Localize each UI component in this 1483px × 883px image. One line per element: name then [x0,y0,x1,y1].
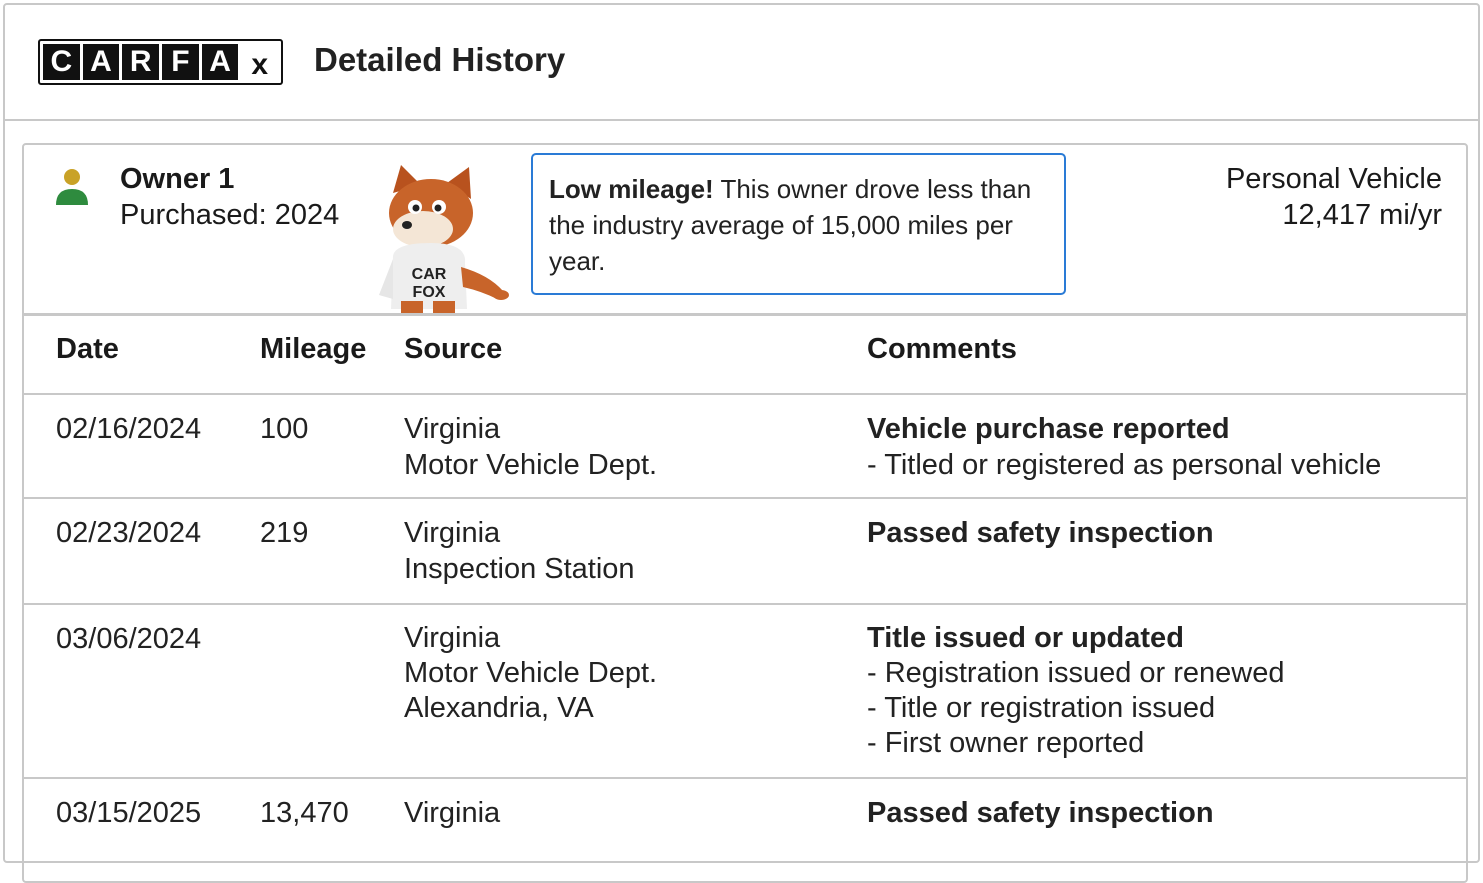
row-comments: Vehicle purchase reported - Titled or re… [867,411,1381,483]
logo-letter: C [43,44,80,80]
comment-item: - Registration issued or renewed [867,657,1285,689]
row-date: 03/06/2024 [56,623,202,655]
logo-letter: x [241,44,279,80]
row-date: 02/23/2024 [56,517,202,549]
svg-text:FOX: FOX [413,284,446,301]
row-source: Virginia Motor Vehicle Dept. [404,413,658,481]
low-mileage-callout: Low mileage! This owner drove less than … [531,153,1066,295]
row-date: 02/16/2024 [56,413,202,445]
row-comments: Passed safety inspection [867,795,1214,831]
row-mileage: 13,470 [260,797,349,829]
logo-letter: A [82,44,120,80]
logo-letter: R [122,44,160,80]
mascot-shirt-text: CAR [412,266,447,283]
comment-title: Passed safety inspection [867,797,1214,829]
report-header: C A R F A x Detailed History [5,5,1478,121]
carfox-mascot: CAR FOX [379,165,509,313]
row-source: Virginia Inspection Station [404,517,635,585]
logo-letter: A [201,44,239,80]
page-title: Detailed History [314,41,566,78]
comment-title: Passed safety inspection [867,517,1214,549]
row-comments: Passed safety inspection [867,515,1214,551]
callout-highlight: Low mileage! [549,174,714,204]
person-icon [56,169,88,205]
carfax-logo: C A R F A x [38,39,283,85]
miles-per-year: 12,417 mi/yr [1282,199,1442,231]
column-header-mileage: Mileage [260,333,367,365]
comment-title: Title issued or updated [867,622,1184,654]
row-comments: Title issued or updated - Registration i… [867,621,1284,761]
owner-purchased: Purchased: 2024 [120,199,340,231]
column-header-comments: Comments [867,333,1017,365]
divider [24,777,1466,779]
logo-letter: F [162,44,199,80]
comment-item: - Title or registration issued [867,692,1216,724]
owner-name: Owner 1 [120,163,235,195]
column-header-date: Date [56,333,119,365]
comment-item: - First owner reported [867,727,1145,759]
row-mileage: 219 [260,517,309,549]
row-source: Virginia [404,797,501,829]
row-mileage: 100 [260,413,309,445]
row-date: 03/15/2025 [56,797,202,829]
divider [24,393,1466,395]
divider [24,603,1466,605]
row-source: Virginia Motor Vehicle Dept. Alexandria,… [404,622,658,724]
comment-title: Vehicle purchase reported [867,413,1230,445]
divider [24,313,1466,316]
vehicle-type: Personal Vehicle [1225,163,1442,195]
column-header-source: Source [404,333,503,365]
comment-item: - Titled or registered as personal vehic… [867,449,1382,481]
divider [24,497,1466,499]
report-frame: C A R F A x Detailed History Owner 1 Pur… [3,3,1480,883]
owner-history-card: Owner 1 Purchased: 2024 CAR FOX Low mile… [22,143,1468,883]
